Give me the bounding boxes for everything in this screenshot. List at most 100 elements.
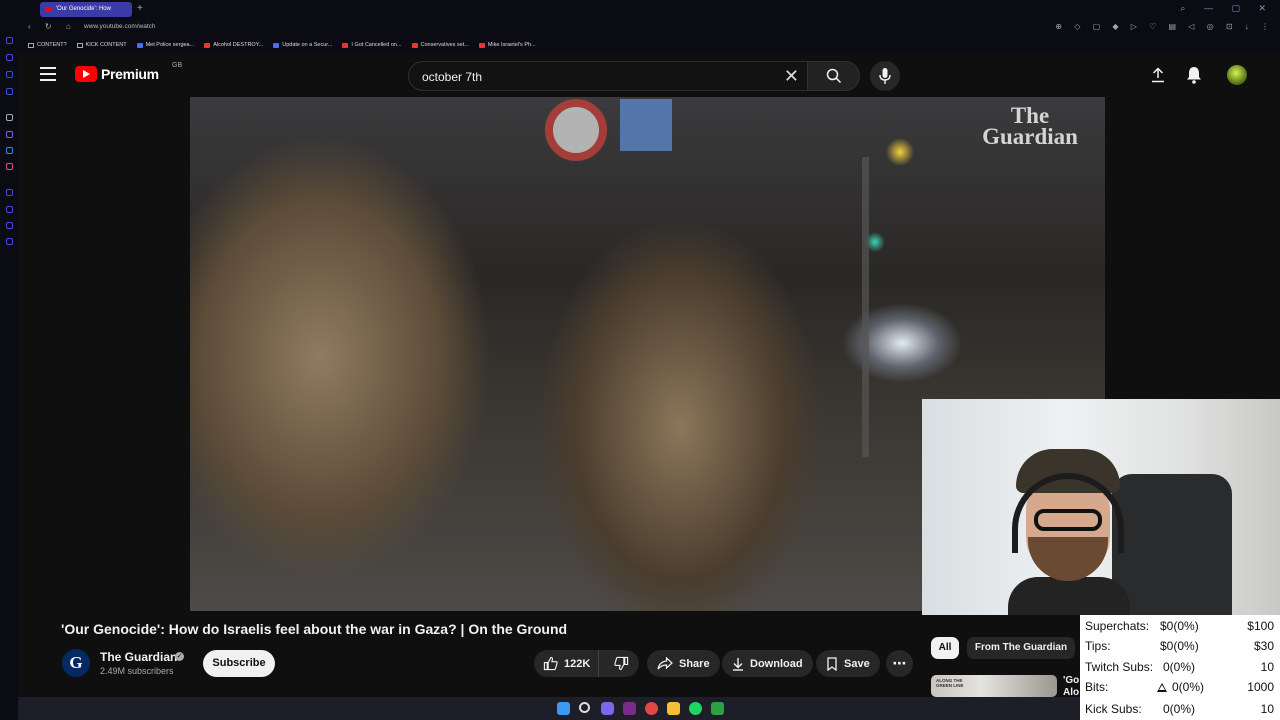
share-label: Share (679, 657, 710, 670)
url-field[interactable]: www.youtube.com/watch (84, 23, 156, 30)
nav-buttons[interactable]: ‹ ↻ ⌂ (28, 22, 77, 31)
more-actions-button[interactable]: ⋯ (886, 650, 913, 677)
chip-all[interactable]: All (931, 637, 959, 659)
youtube-play-icon (75, 66, 97, 82)
gaming-chair (1112, 474, 1232, 615)
search-query: october 7th (422, 70, 483, 84)
bookmark-label: Alcohol DESTROY... (213, 42, 264, 48)
favicon-icon (204, 42, 211, 48)
sidebar-icon[interactable] (6, 222, 13, 229)
video-frame-detail (862, 157, 869, 457)
favicon-icon (478, 42, 485, 48)
new-tab-button[interactable]: + (137, 3, 143, 14)
folder-icon (76, 42, 83, 48)
thumbs-down-icon (614, 656, 629, 671)
xbox-icon[interactable] (711, 702, 724, 715)
stat-row-superchats: Superchats: $0(0%) $100 (1085, 619, 1274, 633)
chip-from-the-guardian[interactable]: From The Guardian (967, 637, 1075, 659)
logo-text: Premium (101, 66, 159, 82)
sidebar-icon[interactable] (6, 206, 13, 213)
youtube-premium-logo[interactable]: Premium GB (75, 62, 182, 82)
bookmark-item[interactable]: KICK CONTENT (76, 42, 127, 48)
search-button[interactable] (808, 61, 860, 91)
browser-tab-active[interactable]: 'Our Genocide': How (40, 2, 132, 17)
sidebar-icon[interactable] (6, 54, 13, 61)
bookmark-item[interactable]: Conservatives set... (411, 42, 469, 48)
spotify-icon[interactable] (689, 702, 702, 715)
recommended-video-thumbnail[interactable]: ALONG THE GREEN LINE (931, 675, 1057, 697)
save-label: Save (844, 657, 870, 670)
video-frame-detail (545, 99, 607, 161)
bookmark-item[interactable]: Update on a Secur... (273, 42, 332, 48)
voice-search-button[interactable] (870, 61, 900, 91)
hamburger-menu-icon[interactable] (40, 67, 56, 81)
thumbnail-text: ALONG THE GREEN LINE (936, 678, 964, 688)
user-avatar[interactable] (1227, 65, 1247, 85)
dislike-button[interactable] (605, 650, 639, 677)
like-count: 122K (564, 657, 591, 670)
sidebar-icon[interactable] (6, 114, 13, 121)
guardian-watermark: The Guardian (982, 103, 1078, 149)
share-arrow-icon (657, 657, 673, 670)
bookmarks-bar: CONTENT? KICK CONTENT Met Police sergea...… (18, 37, 1280, 53)
channel-name[interactable]: The Guardian (100, 650, 177, 664)
sidebar-icon[interactable] (6, 88, 13, 95)
sidebar-icon[interactable] (6, 189, 13, 196)
file-explorer-icon[interactable] (667, 702, 680, 715)
like-dislike-group: 122K (534, 650, 639, 677)
upload-icon[interactable] (1151, 67, 1165, 88)
stream-goals-overlay: Superchats: $0(0%) $100 Tips: $0(0%) $30… (1080, 615, 1280, 720)
sidebar-icon[interactable] (6, 147, 13, 154)
notifications-bell-icon[interactable] (1186, 66, 1202, 89)
favicon-icon (342, 42, 349, 48)
download-label: Download (750, 657, 803, 670)
app-icon[interactable] (645, 702, 658, 715)
search-input[interactable]: october 7th ✕ (408, 61, 808, 91)
save-button[interactable]: Save (816, 650, 880, 677)
bookmark-item[interactable]: CONTENT? (28, 42, 67, 48)
extension-icons[interactable]: ⊕ ◇ ▢ ◆ ▷ ♡ ▤ ◁ ◎ ⊡ ↓ ⋮ (1055, 22, 1274, 31)
streamer (1008, 437, 1130, 615)
bookmark-item[interactable]: I Got Cancelled on... (342, 42, 402, 48)
region-code: GB (172, 62, 183, 69)
youtube-favicon-icon (45, 7, 52, 12)
download-icon (733, 657, 743, 671)
subscribe-button[interactable]: Subscribe (203, 650, 275, 677)
address-bar: ‹ ↻ ⌂ www.youtube.com/watch ⊕ ◇ ▢ ◆ ▷ ♡ … (18, 19, 1280, 37)
app-icon[interactable] (601, 702, 614, 715)
bookmark-item[interactable]: Alcohol DESTROY... (204, 42, 263, 48)
subscriber-count: 2.49M subscribers (100, 666, 174, 676)
stat-row-bits: Bits: 0(0%) 1000 (1085, 680, 1274, 694)
bookmark-label: I Got Cancelled on... (351, 42, 402, 48)
window-controls[interactable]: ⌕ — ▢ ✕ (1180, 3, 1274, 14)
video-frame-detail (620, 99, 672, 151)
favicon-icon (136, 42, 143, 48)
bookmark-item[interactable]: Mike Israetel's Ph... (478, 42, 536, 48)
favicon-icon (411, 42, 418, 48)
sidebar-icon[interactable] (6, 163, 13, 170)
stat-row-kick-subs: Kick Subs: 0(0%) 10 (1085, 702, 1274, 716)
sidebar-icon[interactable] (6, 37, 13, 44)
browser-tab-bar: 'Our Genocide': How + ⌕ — ▢ ✕ (0, 0, 1280, 19)
like-button[interactable]: 122K (534, 650, 599, 677)
bookmark-label: Mike Israetel's Ph... (487, 42, 536, 48)
folder-icon (28, 42, 34, 48)
download-button[interactable]: Download (722, 650, 813, 677)
app-icon[interactable] (623, 702, 636, 715)
stat-row-tips: Tips: $0(0%) $30 (1085, 639, 1274, 653)
channel-avatar[interactable]: G (62, 649, 90, 677)
bookmark-add-icon (827, 656, 837, 671)
share-button[interactable]: Share (647, 650, 720, 677)
bookmark-item[interactable]: Met Police sergea... (136, 42, 194, 48)
sidebar-icon[interactable] (6, 131, 13, 138)
clear-search-icon[interactable]: ✕ (784, 66, 799, 86)
search-icon[interactable] (579, 702, 590, 713)
favicon-icon (273, 42, 280, 48)
sidebar-icon[interactable] (6, 238, 13, 245)
sidebar-icon[interactable] (6, 71, 13, 78)
browser-sidebar (0, 19, 18, 720)
start-menu-icon[interactable] (557, 702, 570, 715)
bookmark-label: CONTENT? (37, 42, 67, 48)
bits-icon (1157, 683, 1167, 692)
stat-row-twitch-subs: Twitch Subs: 0(0%) 10 (1085, 660, 1274, 674)
